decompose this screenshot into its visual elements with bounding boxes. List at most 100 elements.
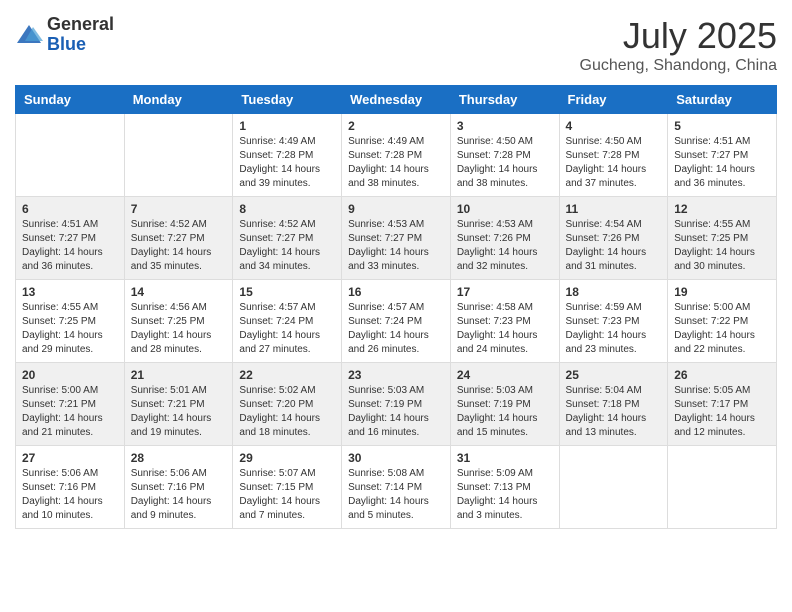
day-info: Sunrise: 4:49 AM Sunset: 7:28 PM Dayligh… [239, 135, 335, 191]
day-info: Sunrise: 5:08 AM Sunset: 7:14 PM Dayligh… [348, 467, 444, 523]
logo-icon [15, 21, 43, 49]
day-number: 26 [674, 368, 770, 382]
calendar-header: SundayMondayTuesdayWednesdayThursdayFrid… [16, 86, 777, 114]
day-number: 15 [239, 285, 335, 299]
calendar-week-row: 6 Sunrise: 4:51 AM Sunset: 7:27 PM Daylig… [16, 197, 777, 280]
calendar-cell: 25 Sunrise: 5:04 AM Sunset: 7:18 PM Dayli… [559, 363, 668, 446]
calendar-cell: 13 Sunrise: 4:55 AM Sunset: 7:25 PM Dayli… [16, 280, 125, 363]
calendar-cell: 10Sunrise: 4:53 AM Sunset: 7:26 PM Dayli… [450, 197, 559, 280]
day-number: 23 [348, 368, 444, 382]
calendar-cell: 3 Sunrise: 4:50 AM Sunset: 7:28 PM Daylig… [450, 114, 559, 197]
calendar-cell [124, 114, 233, 197]
day-number: 17 [457, 285, 553, 299]
day-info: Sunrise: 4:51 AM Sunset: 7:27 PM Dayligh… [674, 135, 770, 191]
calendar-cell: 31 Sunrise: 5:09 AM Sunset: 7:13 PM Dayli… [450, 446, 559, 529]
calendar-cell: 8 Sunrise: 4:52 AM Sunset: 7:27 PM Daylig… [233, 197, 342, 280]
day-number: 6 [22, 202, 118, 216]
calendar-cell: 19 Sunrise: 5:00 AM Sunset: 7:22 PM Dayli… [668, 280, 777, 363]
calendar-cell: 15 Sunrise: 4:57 AM Sunset: 7:24 PM Dayli… [233, 280, 342, 363]
column-header-wednesday: Wednesday [342, 86, 451, 114]
day-info: Sunrise: 4:50 AM Sunset: 7:28 PM Dayligh… [457, 135, 553, 191]
day-number: 10 [457, 202, 553, 216]
day-number: 25 [566, 368, 662, 382]
day-number: 5 [674, 119, 770, 133]
day-number: 14 [131, 285, 227, 299]
day-number: 20 [22, 368, 118, 382]
logo-general: General [47, 15, 114, 35]
day-info: Sunrise: 5:06 AM Sunset: 7:16 PM Dayligh… [131, 467, 227, 523]
day-info: Sunrise: 4:58 AM Sunset: 7:23 PM Dayligh… [457, 301, 553, 357]
day-number: 12 [674, 202, 770, 216]
day-info: Sunrise: 5:00 AM Sunset: 7:21 PM Dayligh… [22, 384, 118, 440]
column-header-sunday: Sunday [16, 86, 125, 114]
calendar-cell: 29Sunrise: 5:07 AM Sunset: 7:15 PM Dayli… [233, 446, 342, 529]
calendar-cell [16, 114, 125, 197]
day-info: Sunrise: 5:00 AM Sunset: 7:22 PM Dayligh… [674, 301, 770, 357]
calendar-week-row: 27 Sunrise: 5:06 AM Sunset: 7:16 PM Dayli… [16, 446, 777, 529]
day-number: 2 [348, 119, 444, 133]
day-info: Sunrise: 5:01 AM Sunset: 7:21 PM Dayligh… [131, 384, 227, 440]
day-info: Sunrise: 4:51 AM Sunset: 7:27 PM Dayligh… [22, 218, 118, 274]
calendar-cell: 6 Sunrise: 4:51 AM Sunset: 7:27 PM Daylig… [16, 197, 125, 280]
day-number: 1 [239, 119, 335, 133]
day-number: 8 [239, 202, 335, 216]
day-number: 27 [22, 451, 118, 465]
day-info: Sunrise: 5:03 AM Sunset: 7:19 PM Dayligh… [348, 384, 444, 440]
calendar-cell: 4Sunrise: 4:50 AM Sunset: 7:28 PM Daylig… [559, 114, 668, 197]
day-number: 30 [348, 451, 444, 465]
calendar-cell: 2 Sunrise: 4:49 AM Sunset: 7:28 PM Daylig… [342, 114, 451, 197]
day-info: Sunrise: 4:56 AM Sunset: 7:25 PM Dayligh… [131, 301, 227, 357]
column-header-thursday: Thursday [450, 86, 559, 114]
calendar-cell: 20 Sunrise: 5:00 AM Sunset: 7:21 PM Dayli… [16, 363, 125, 446]
calendar-week-row: 1 Sunrise: 4:49 AM Sunset: 7:28 PM Daylig… [16, 114, 777, 197]
column-header-monday: Monday [124, 86, 233, 114]
header-row: SundayMondayTuesdayWednesdayThursdayFrid… [16, 86, 777, 114]
calendar-cell: 11Sunrise: 4:54 AM Sunset: 7:26 PM Dayli… [559, 197, 668, 280]
column-header-tuesday: Tuesday [233, 86, 342, 114]
calendar-table: SundayMondayTuesdayWednesdayThursdayFrid… [15, 85, 777, 529]
logo-blue: Blue [47, 35, 114, 55]
calendar-cell: 12Sunrise: 4:55 AM Sunset: 7:25 PM Dayli… [668, 197, 777, 280]
day-number: 13 [22, 285, 118, 299]
day-info: Sunrise: 5:09 AM Sunset: 7:13 PM Dayligh… [457, 467, 553, 523]
calendar-cell: 28 Sunrise: 5:06 AM Sunset: 7:16 PM Dayli… [124, 446, 233, 529]
calendar-cell: 21Sunrise: 5:01 AM Sunset: 7:21 PM Dayli… [124, 363, 233, 446]
day-number: 24 [457, 368, 553, 382]
day-info: Sunrise: 5:05 AM Sunset: 7:17 PM Dayligh… [674, 384, 770, 440]
calendar-cell: 14 Sunrise: 4:56 AM Sunset: 7:25 PM Dayli… [124, 280, 233, 363]
day-info: Sunrise: 5:06 AM Sunset: 7:16 PM Dayligh… [22, 467, 118, 523]
calendar-cell: 7 Sunrise: 4:52 AM Sunset: 7:27 PM Daylig… [124, 197, 233, 280]
day-info: Sunrise: 4:52 AM Sunset: 7:27 PM Dayligh… [239, 218, 335, 274]
day-info: Sunrise: 4:57 AM Sunset: 7:24 PM Dayligh… [239, 301, 335, 357]
calendar-cell: 16Sunrise: 4:57 AM Sunset: 7:24 PM Dayli… [342, 280, 451, 363]
day-info: Sunrise: 4:54 AM Sunset: 7:26 PM Dayligh… [566, 218, 662, 274]
page-header: General Blue July 2025 Gucheng, Shandong… [15, 15, 777, 75]
day-number: 19 [674, 285, 770, 299]
month-year-title: July 2025 [580, 15, 777, 57]
logo: General Blue [15, 15, 114, 55]
day-number: 7 [131, 202, 227, 216]
day-info: Sunrise: 4:55 AM Sunset: 7:25 PM Dayligh… [22, 301, 118, 357]
calendar-cell: 5 Sunrise: 4:51 AM Sunset: 7:27 PM Daylig… [668, 114, 777, 197]
calendar-cell [668, 446, 777, 529]
day-number: 31 [457, 451, 553, 465]
calendar-cell: 26 Sunrise: 5:05 AM Sunset: 7:17 PM Dayli… [668, 363, 777, 446]
day-info: Sunrise: 4:59 AM Sunset: 7:23 PM Dayligh… [566, 301, 662, 357]
day-number: 3 [457, 119, 553, 133]
calendar-cell [559, 446, 668, 529]
day-info: Sunrise: 4:49 AM Sunset: 7:28 PM Dayligh… [348, 135, 444, 191]
calendar-week-row: 13 Sunrise: 4:55 AM Sunset: 7:25 PM Dayli… [16, 280, 777, 363]
day-info: Sunrise: 4:52 AM Sunset: 7:27 PM Dayligh… [131, 218, 227, 274]
day-number: 28 [131, 451, 227, 465]
day-info: Sunrise: 5:07 AM Sunset: 7:15 PM Dayligh… [239, 467, 335, 523]
calendar-week-row: 20 Sunrise: 5:00 AM Sunset: 7:21 PM Dayli… [16, 363, 777, 446]
title-section: July 2025 Gucheng, Shandong, China [580, 15, 777, 75]
day-number: 4 [566, 119, 662, 133]
calendar-cell: 30 Sunrise: 5:08 AM Sunset: 7:14 PM Dayli… [342, 446, 451, 529]
calendar-cell: 9Sunrise: 4:53 AM Sunset: 7:27 PM Daylig… [342, 197, 451, 280]
calendar-cell: 17 Sunrise: 4:58 AM Sunset: 7:23 PM Dayli… [450, 280, 559, 363]
logo-text: General Blue [47, 15, 114, 55]
calendar-cell: 18Sunrise: 4:59 AM Sunset: 7:23 PM Dayli… [559, 280, 668, 363]
day-info: Sunrise: 5:04 AM Sunset: 7:18 PM Dayligh… [566, 384, 662, 440]
column-header-friday: Friday [559, 86, 668, 114]
